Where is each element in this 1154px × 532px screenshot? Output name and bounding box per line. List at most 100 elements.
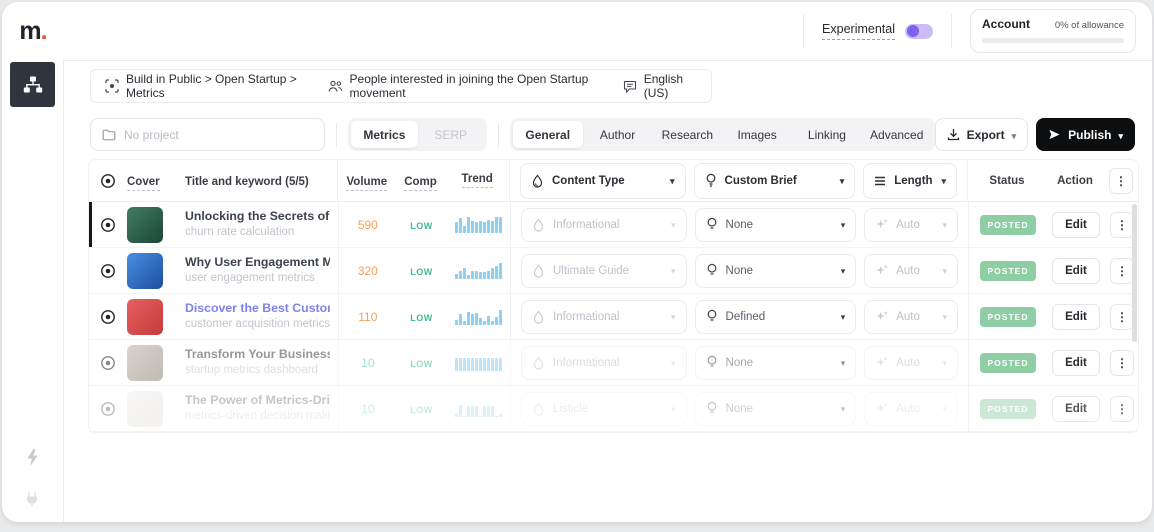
length-header-dropdown[interactable]: Length [863, 163, 957, 199]
cover-thumbnail[interactable] [127, 253, 163, 289]
tab-research[interactable]: Research [652, 121, 722, 148]
volume-value: 110 [339, 310, 397, 324]
length-value: Auto [896, 357, 920, 369]
table-options-button[interactable] [1109, 168, 1133, 194]
content-table: Cover Title and keyword (5/5) Volume Com… [88, 159, 1139, 433]
length-dropdown[interactable]: Auto [864, 346, 958, 380]
row-radio-icon[interactable] [100, 401, 116, 417]
scan-target-icon [105, 79, 119, 93]
custom-brief-dropdown[interactable]: Defined [695, 300, 857, 334]
length-dropdown[interactable]: Auto [864, 254, 958, 288]
lightbulb-icon [706, 217, 718, 232]
app-logo[interactable]: m. [2, 17, 64, 46]
custom-brief-dropdown[interactable]: None [695, 208, 857, 242]
experimental-toggle[interactable] [905, 24, 933, 39]
col-header-cover[interactable]: Cover [127, 176, 160, 191]
col-header-comp[interactable]: Comp [404, 176, 437, 191]
sitemap-icon [22, 74, 44, 96]
table-scrollbar[interactable] [1132, 204, 1137, 342]
content-type-icon [532, 356, 545, 370]
content-type-dropdown[interactable]: Listicle [521, 392, 687, 426]
tab-serp[interactable]: SERP [418, 121, 484, 148]
table-header: Cover Title and keyword (5/5) Volume Com… [89, 160, 1138, 202]
edit-button[interactable]: Edit [1052, 258, 1100, 284]
custom-brief-dropdown[interactable]: None [695, 346, 857, 380]
publish-button[interactable]: Publish [1036, 118, 1135, 151]
col-header-volume[interactable]: Volume [346, 176, 387, 191]
row-radio-icon[interactable] [100, 217, 116, 233]
project-select[interactable] [90, 118, 325, 151]
content-type-dropdown[interactable]: Informational [521, 346, 687, 380]
breadcrumb[interactable]: Build in Public > Open Startup > Metrics [105, 72, 302, 100]
col-header-trend[interactable]: Trend [462, 173, 493, 188]
sparkle-auto-icon [875, 356, 888, 369]
row-title[interactable]: Why User Engagement Metrics Mat [185, 255, 330, 271]
tab-general[interactable]: General [513, 121, 583, 148]
row-options-button[interactable] [1110, 258, 1134, 284]
lightbulb-icon [706, 309, 718, 324]
row-title[interactable]: Transform Your Business with a Sm [185, 347, 330, 363]
content-type-dropdown[interactable]: Informational [521, 300, 687, 334]
tab-metrics[interactable]: Metrics [351, 121, 417, 148]
edit-button[interactable]: Edit [1052, 396, 1100, 422]
table-row[interactable]: Discover the Best Customer Acquis custom… [89, 294, 1138, 340]
custom-brief-value: Defined [726, 311, 766, 323]
cover-thumbnail[interactable] [127, 207, 163, 243]
table-row[interactable]: Unlocking the Secrets of Churn Rat churn… [89, 202, 1138, 248]
tab-linking[interactable]: Linking [792, 121, 862, 148]
row-radio-icon[interactable] [100, 309, 116, 325]
tab-author[interactable]: Author [583, 121, 653, 148]
content-type-header-dropdown[interactable]: Content Type [520, 163, 686, 199]
custom-brief-dropdown[interactable]: None [695, 254, 857, 288]
lightning-icon[interactable] [25, 448, 40, 467]
length-dropdown[interactable]: Auto [864, 208, 958, 242]
allowance-progressbar [982, 38, 1124, 43]
sidebar-item-sitemap[interactable] [10, 62, 55, 107]
row-title[interactable]: Unlocking the Secrets of Churn Rat [185, 209, 330, 225]
table-row[interactable]: Transform Your Business with a Sm startu… [89, 340, 1138, 386]
cover-thumbnail[interactable] [127, 345, 163, 381]
content-type-dropdown[interactable]: Ultimate Guide [521, 254, 687, 288]
custom-brief-dropdown[interactable]: None [695, 392, 857, 426]
language-chat-icon [623, 80, 637, 93]
row-options-button[interactable] [1110, 304, 1134, 330]
row-options-button[interactable] [1110, 396, 1134, 422]
chevron-down-icon [671, 311, 676, 323]
trend-sparkline [455, 216, 502, 233]
content-type-dropdown[interactable]: Informational [521, 208, 687, 242]
experimental-control: Experimental [822, 22, 933, 40]
edit-button[interactable]: Edit [1052, 304, 1100, 330]
content-type-value: Listicle [553, 403, 588, 415]
row-radio-icon[interactable] [100, 355, 116, 371]
tab-advanced[interactable]: Advanced [862, 121, 932, 148]
length-dropdown[interactable]: Auto [864, 300, 958, 334]
row-radio-icon[interactable] [100, 263, 116, 279]
chevron-down-icon [1012, 128, 1017, 142]
cover-thumbnail[interactable] [127, 299, 163, 335]
project-input[interactable] [124, 128, 313, 142]
cover-thumbnail[interactable] [127, 391, 163, 427]
row-title[interactable]: Discover the Best Customer Acquis [185, 301, 330, 317]
row-options-button[interactable] [1110, 212, 1134, 238]
row-options-button[interactable] [1110, 350, 1134, 376]
divider [803, 14, 804, 48]
competition-badge: LOW [410, 359, 433, 369]
edit-button[interactable]: Edit [1052, 350, 1100, 376]
volume-value: 10 [339, 356, 397, 370]
table-row[interactable]: Why User Engagement Metrics Mat user eng… [89, 248, 1138, 294]
row-title[interactable]: The Power of Metrics-Driven Decis [185, 393, 330, 409]
tab-images[interactable]: Images [722, 121, 792, 148]
length-dropdown[interactable]: Auto [864, 392, 958, 426]
language-selector[interactable]: English (US) [623, 72, 697, 100]
custom-brief-header-dropdown[interactable]: Custom Brief [694, 163, 856, 199]
account-panel[interactable]: Account 0% of allowance [970, 9, 1136, 53]
select-all-radio-icon[interactable] [100, 173, 116, 189]
length-header-label: Length [894, 175, 932, 187]
content-type-icon [531, 174, 544, 188]
audience-info[interactable]: People interested in joining the Open St… [328, 72, 597, 100]
plug-icon[interactable] [24, 491, 41, 508]
table-row[interactable]: The Power of Metrics-Driven Decis metric… [89, 386, 1138, 432]
edit-button[interactable]: Edit [1052, 212, 1100, 238]
export-button[interactable]: Export [935, 118, 1029, 151]
kebab-icon [1116, 263, 1128, 278]
